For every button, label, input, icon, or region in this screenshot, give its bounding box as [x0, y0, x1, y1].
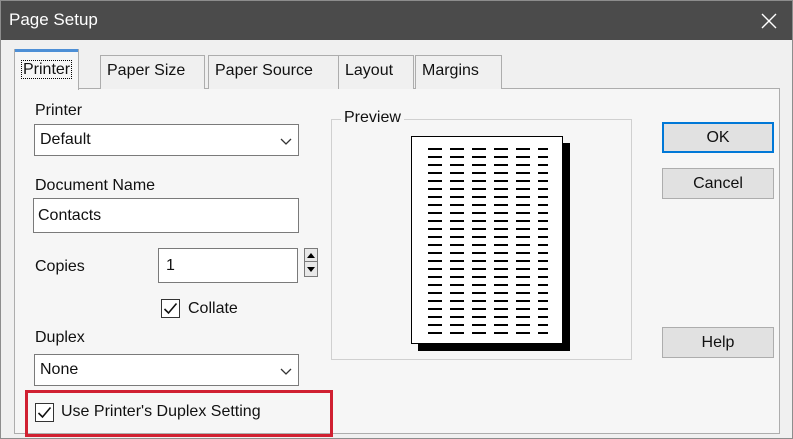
window-title: Page Setup: [9, 10, 98, 29]
tab-printer[interactable]: Printer: [14, 49, 80, 90]
printer-label: Printer: [35, 102, 83, 119]
duplex-label: Duplex: [35, 329, 85, 346]
tab-label: Paper Size: [107, 62, 186, 79]
chevron-down-icon: [280, 368, 292, 375]
copies-input[interactable]: 1: [158, 248, 298, 283]
copies-value: 1: [166, 257, 175, 274]
spin-up-button[interactable]: [305, 249, 317, 262]
tab-label: Paper Source: [215, 62, 313, 79]
duplex-select[interactable]: None: [34, 354, 299, 386]
active-tab-indicator: [15, 49, 79, 52]
tab-label: Printer: [21, 60, 73, 79]
tab-label: Margins: [422, 62, 479, 79]
close-icon: [761, 13, 777, 28]
highlight-box: [25, 390, 333, 437]
collate-label[interactable]: Collate: [188, 300, 238, 318]
tab-layout[interactable]: Layout: [338, 55, 414, 89]
arrow-down-icon: [307, 266, 315, 272]
tab-label: Layout: [345, 62, 394, 79]
document-name-label: Document Name: [35, 177, 156, 194]
ok-button[interactable]: OK: [662, 122, 774, 153]
page-setup-dialog: Page Setup Printer Paper Size Paper Sour…: [0, 0, 793, 439]
preview-text-lines: [428, 148, 548, 334]
document-name-value: Contacts: [38, 207, 102, 224]
close-button[interactable]: [746, 1, 792, 40]
check-icon: [163, 302, 178, 315]
tab-margins[interactable]: Margins: [415, 55, 502, 89]
chevron-down-icon: [280, 138, 292, 145]
preview-page: [411, 136, 563, 344]
copies-spinner[interactable]: [304, 248, 318, 277]
printer-select-value: Default: [40, 131, 91, 148]
printer-select[interactable]: Default: [34, 124, 299, 156]
copies-label: Copies: [35, 258, 85, 275]
arrow-up-icon: [307, 253, 315, 258]
document-name-input[interactable]: Contacts: [33, 198, 299, 233]
title-bar[interactable]: Page Setup: [1, 1, 792, 40]
spin-down-button[interactable]: [305, 263, 317, 276]
help-button[interactable]: Help: [662, 327, 774, 358]
collate-checkbox[interactable]: [161, 299, 180, 318]
duplex-select-value: None: [40, 361, 79, 378]
cancel-button[interactable]: Cancel: [662, 168, 774, 199]
preview-label: Preview: [341, 109, 404, 127]
tab-paper-source[interactable]: Paper Source: [208, 55, 346, 89]
tab-paper-size[interactable]: Paper Size: [100, 55, 205, 89]
